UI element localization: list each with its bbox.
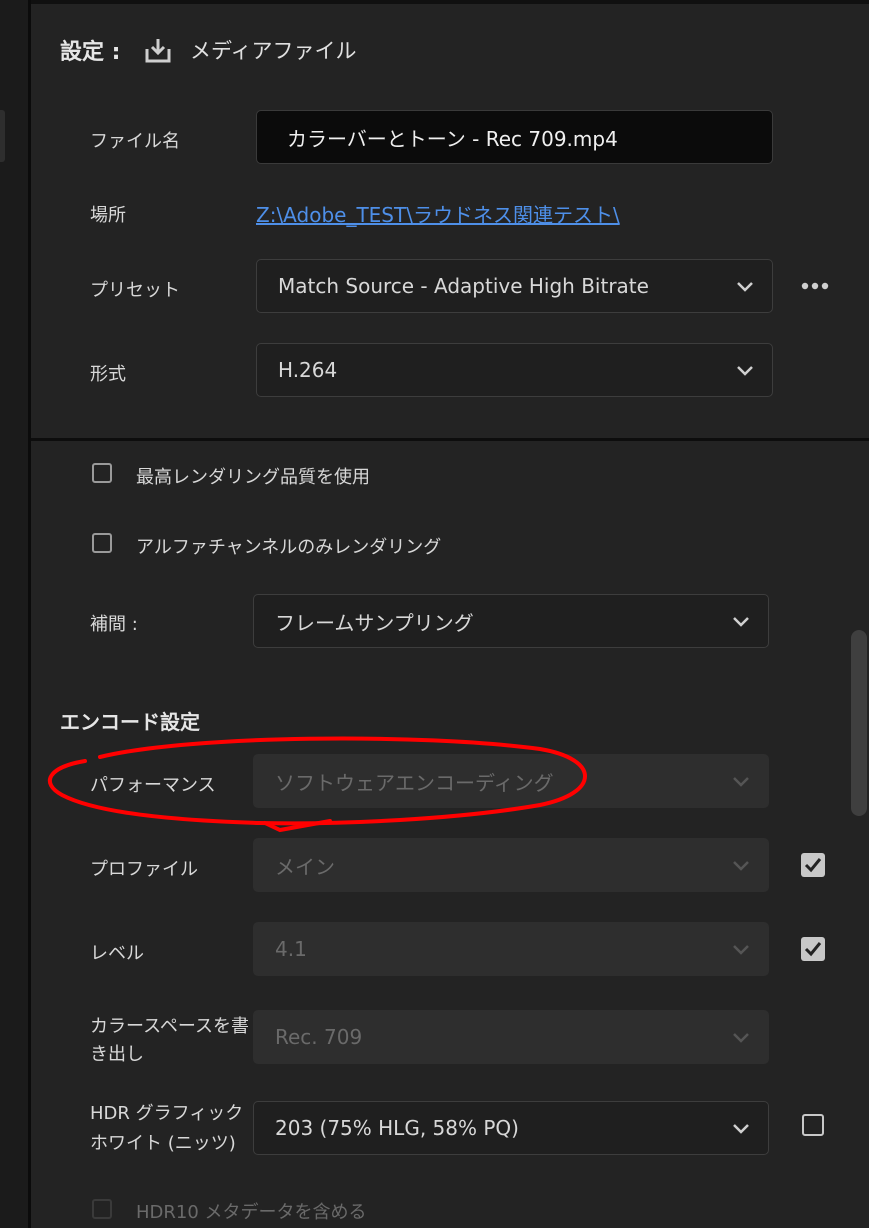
left-panel-tab[interactable]: [0, 110, 5, 162]
scrollbar-thumb[interactable]: [851, 630, 867, 816]
level-select[interactable]: 4.1: [253, 922, 769, 976]
max-quality-checkbox[interactable]: [92, 463, 112, 483]
preset-label: プリセット: [90, 280, 180, 301]
filename-input[interactable]: カラーバーとトーン - Rec 709.mp4: [256, 110, 773, 164]
hdr-white-label: HDR グラフィック ホワイト (ニッツ): [90, 1099, 243, 1159]
location-link[interactable]: Z:\Adobe_TEST\ラウドネス関連テスト\: [256, 199, 620, 228]
chevron-down-icon: [737, 366, 753, 376]
checkmark-icon: [804, 942, 822, 957]
chevron-down-icon: [733, 617, 749, 627]
colorspace-label-line1: カラースペースを書: [90, 1016, 249, 1037]
colorspace-select[interactable]: Rec. 709: [253, 1010, 769, 1064]
hdr-white-label-line2: ホワイト (ニッツ): [90, 1133, 236, 1154]
colorspace-label-line2: き出し: [90, 1044, 144, 1065]
alpha-only-checkbox[interactable]: [92, 533, 112, 553]
hdr-white-checkbox[interactable]: [802, 1114, 824, 1136]
colorspace-label: カラースペースを書 き出し: [90, 1013, 249, 1069]
chevron-down-icon: [733, 777, 749, 787]
max-quality-label: 最高レンダリング品質を使用: [136, 467, 370, 488]
hdr-white-label-line1: HDR グラフィック: [90, 1103, 244, 1124]
hdr-white-select[interactable]: 203 (75% HLG, 58% PQ): [253, 1101, 769, 1155]
chevron-down-icon: [737, 282, 753, 292]
checkmark-icon: [804, 858, 822, 873]
hdr-white-value: 203 (75% HLG, 58% PQ): [275, 1116, 519, 1140]
chevron-down-icon: [733, 1033, 749, 1043]
alpha-only-label: アルファチャンネルのみレンダリング: [136, 537, 442, 558]
preset-select[interactable]: Match Source - Adaptive High Bitrate: [256, 259, 773, 313]
chevron-down-icon: [733, 945, 749, 955]
colorspace-value: Rec. 709: [275, 1025, 363, 1049]
section-divider: [31, 438, 869, 441]
chevron-down-icon: [733, 1124, 749, 1134]
filename-label: ファイル名: [90, 131, 180, 152]
location-label: 場所: [90, 205, 126, 226]
interpolation-select[interactable]: フレームサンプリング: [253, 594, 769, 648]
preset-value: Match Source - Adaptive High Bitrate: [278, 274, 649, 298]
hdr10-metadata-checkbox[interactable]: [92, 1199, 112, 1219]
format-select[interactable]: H.264: [256, 343, 773, 397]
panel-title: メディアファイル: [190, 39, 357, 63]
interpolation-value: フレームサンプリング: [275, 610, 474, 635]
level-label: レベル: [90, 943, 144, 964]
chevron-down-icon: [733, 861, 749, 871]
download-icon: [143, 35, 173, 65]
profile-auto-checkbox[interactable]: [801, 853, 825, 877]
format-value: H.264: [278, 358, 338, 382]
profile-select[interactable]: メイン: [253, 838, 769, 892]
interpolation-label: 補間 :: [90, 614, 138, 635]
red-annotation-ellipse: [47, 736, 587, 833]
profile-label: プロファイル: [90, 859, 198, 880]
level-value: 4.1: [275, 937, 307, 961]
left-panel: [0, 0, 30, 1228]
hdr10-metadata-label: HDR10 メタデータを含める: [136, 1202, 367, 1223]
level-auto-checkbox[interactable]: [801, 937, 825, 961]
settings-label: 設定 :: [60, 40, 121, 65]
more-horizontal-icon[interactable]: [800, 278, 830, 292]
format-label: 形式: [90, 364, 126, 385]
encode-settings-title: エンコード設定: [60, 710, 200, 734]
filename-value: カラーバーとトーン - Rec 709.mp4: [287, 126, 618, 151]
profile-value: メイン: [275, 854, 335, 879]
